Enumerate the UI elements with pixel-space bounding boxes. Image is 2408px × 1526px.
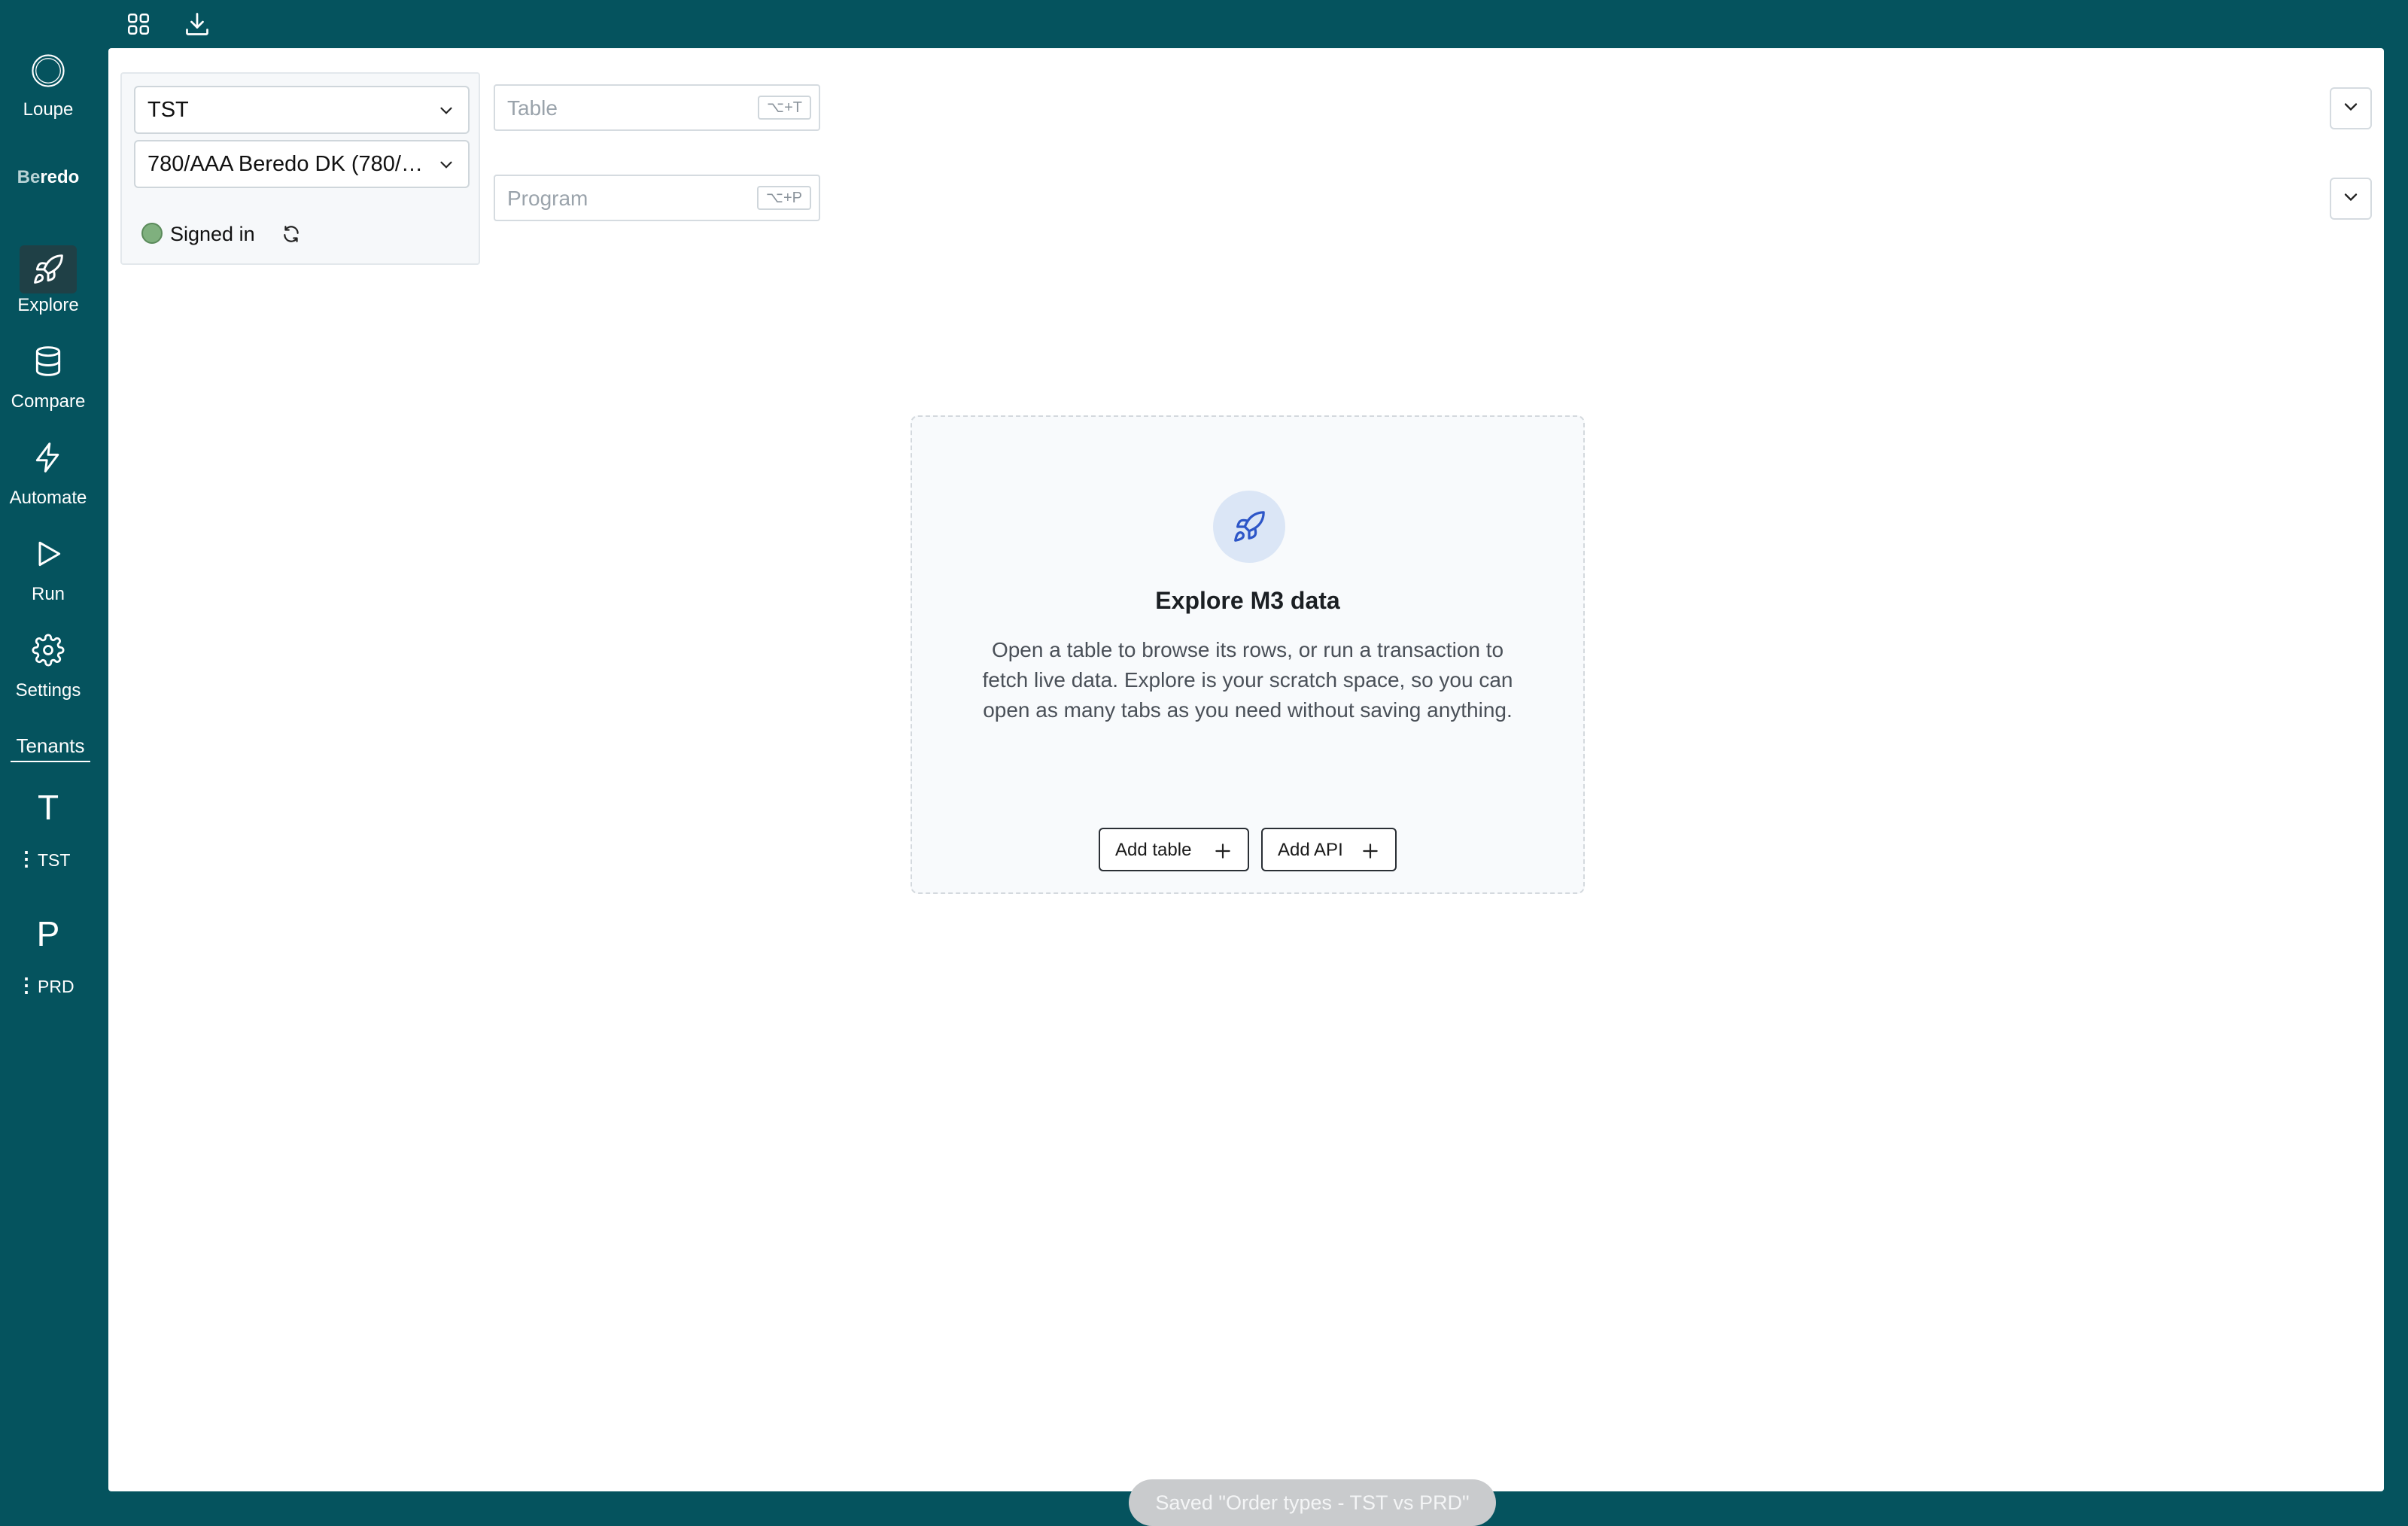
main-content: TST 780/AAA Beredo DK (780/AAA) Signed i…	[108, 48, 2384, 1526]
tenants-heading[interactable]: Tenants	[11, 734, 90, 762]
empty-state-card: Explore M3 data Open a table to browse i…	[911, 415, 1585, 894]
rocket-icon	[1213, 491, 1285, 563]
environment-select[interactable]: TST	[134, 86, 470, 134]
save-toast: Saved "Order types - TST vs PRD"	[1129, 1479, 1496, 1526]
chevron-down-icon	[436, 155, 456, 181]
add-api-button[interactable]: Add API	[1261, 828, 1397, 871]
tenant-name: TST	[38, 850, 71, 870]
company-value: 780/AAA Beredo DK (780/AAA)	[147, 152, 426, 176]
connection-panel: TST 780/AAA Beredo DK (780/AAA) Signed i…	[120, 72, 480, 265]
company-select[interactable]: 780/AAA Beredo DK (780/AAA)	[134, 140, 470, 188]
chevron-down-icon	[436, 101, 456, 126]
top-bar	[96, 0, 2408, 48]
expand-programs-button[interactable]	[2330, 178, 2372, 220]
tenant-tst[interactable]: ⋮ TST	[0, 847, 96, 871]
expand-tables-button[interactable]	[2330, 87, 2372, 129]
refresh-icon[interactable]	[281, 224, 301, 249]
status-text: Signed in	[170, 223, 255, 245]
chevron-down-icon	[2340, 187, 2361, 211]
add-table-button[interactable]: Add table	[1099, 828, 1249, 871]
more-vertical-icon[interactable]: ⋮	[17, 974, 36, 997]
gear-icon	[30, 632, 66, 668]
grid-icon[interactable]	[122, 8, 155, 41]
program-input[interactable]	[506, 184, 734, 214]
add-table-label: Add table	[1115, 840, 1192, 860]
table-shortcut: ⌥+T	[758, 96, 811, 120]
tenant-prd[interactable]: ⋮ PRD	[0, 974, 96, 998]
nav-label: Compare	[11, 391, 86, 412]
nav-label: Explore	[17, 295, 79, 315]
nav-label: Automate	[9, 488, 87, 508]
nav-explore[interactable]: Explore	[0, 245, 96, 321]
nav-run[interactable]: Run	[0, 536, 96, 611]
empty-state-description: Open a table to browse its rows, or run …	[982, 638, 1513, 722]
nav-label: Settings	[15, 680, 81, 701]
tenant-tst-avatar[interactable]: T	[0, 787, 96, 828]
rocket-icon	[20, 245, 77, 293]
brand-suffix: redo	[40, 167, 80, 187]
program-search[interactable]: ⌥+P	[494, 175, 820, 221]
nav-settings[interactable]: Settings	[0, 632, 96, 707]
more-vertical-icon[interactable]: ⋮	[17, 847, 36, 871]
plus-icon	[1213, 841, 1233, 866]
sidebar: Loupe Beredo Explore Compare Automate Ru…	[0, 0, 96, 1505]
table-search[interactable]: ⌥+T	[494, 84, 820, 131]
empty-state-title: Explore M3 data	[1155, 587, 1340, 614]
nav-automate[interactable]: Automate	[0, 439, 96, 515]
loupe-logo-icon	[30, 53, 66, 89]
brand-logo: Beredo	[0, 167, 96, 188]
add-api-label: Add API	[1278, 840, 1343, 860]
app-logo[interactable]: Loupe	[0, 50, 96, 125]
play-icon	[30, 536, 66, 572]
nav-compare[interactable]: Compare	[0, 343, 96, 418]
app-name: Loupe	[23, 99, 74, 120]
nav-label: Run	[31, 584, 65, 604]
environment-value: TST	[147, 98, 189, 122]
tenant-name: PRD	[38, 977, 74, 996]
chevron-down-icon	[2340, 96, 2361, 121]
status-indicator	[141, 223, 163, 244]
tenant-prd-avatar[interactable]: P	[0, 913, 96, 954]
brand-prefix: Be	[17, 167, 41, 187]
download-icon[interactable]	[181, 8, 214, 41]
database-icon	[30, 343, 66, 379]
table-input[interactable]	[506, 93, 734, 123]
plus-icon	[1361, 841, 1380, 866]
program-shortcut: ⌥+P	[756, 186, 811, 210]
lightning-icon	[30, 439, 66, 476]
